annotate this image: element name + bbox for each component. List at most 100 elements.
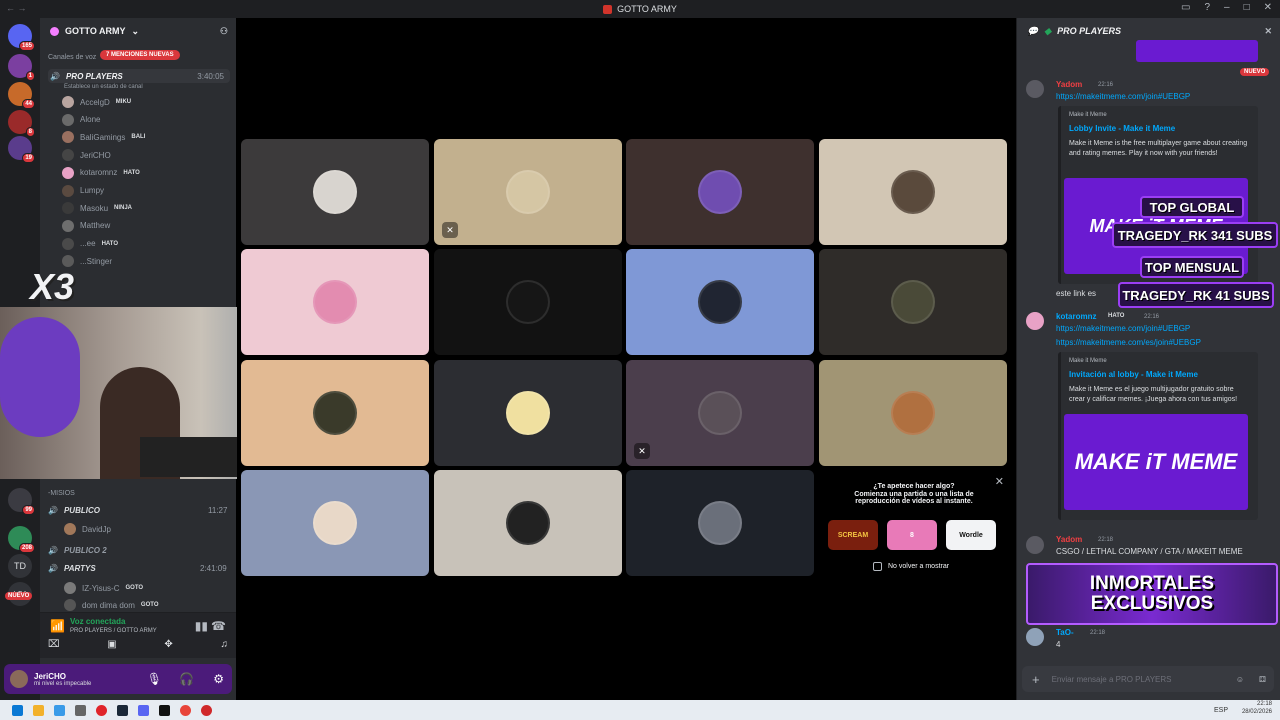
inbox-icon[interactable]: ▭ [1181, 2, 1190, 13]
embed-title[interactable]: Lobby Invite - Make it Meme [1069, 124, 1250, 133]
participant-tile[interactable] [241, 139, 429, 245]
headset-icon[interactable]: 🎧 [179, 672, 194, 686]
server-icon[interactable]: 8 [8, 110, 35, 137]
voice-member[interactable]: dom dima dom GOTO [64, 599, 158, 611]
overlay-label: TRAGEDY_RK 341 SUBS [1112, 222, 1278, 248]
member-name: DavidJp [82, 524, 111, 534]
apps-icon[interactable]: ⚃ [1259, 675, 1266, 684]
participant-tile[interactable] [241, 249, 429, 355]
activities-icon[interactable]: ✥ [164, 639, 172, 650]
participant-tile[interactable] [241, 470, 429, 576]
app-icon[interactable] [54, 704, 65, 716]
channel-partys[interactable]: 🔊 PARTYS [48, 564, 96, 573]
participant-tile[interactable] [241, 360, 429, 466]
channel-status[interactable]: Establece un estado de canal [64, 84, 143, 90]
clock[interactable]: 22:18 28/02/2026 [1242, 701, 1272, 717]
avatar[interactable] [1026, 80, 1044, 98]
steam-icon[interactable] [117, 704, 128, 716]
channel-publico[interactable]: 🔊 PUBLICO [48, 506, 100, 515]
server-icon[interactable]: 19 [8, 136, 35, 163]
noise-icon[interactable]: ▮▮ [195, 619, 208, 633]
voice-member[interactable]: IZ-Yisus-C GOTO [64, 582, 143, 594]
server-icon-td[interactable]: TD [8, 554, 32, 578]
voice-member[interactable]: JeriCHO [62, 149, 111, 162]
avatar[interactable] [1026, 628, 1044, 646]
gear-icon[interactable]: ⚙ [213, 672, 224, 686]
participant-tile[interactable] [626, 249, 814, 355]
server-header[interactable]: GOTTO ARMY ⌄ ⚇ [40, 18, 236, 44]
participant-tile[interactable] [819, 139, 1007, 245]
member-tag: HATO [101, 240, 119, 247]
member-tag: BALI [131, 134, 146, 141]
message-author[interactable]: Yadom [1056, 80, 1082, 89]
no-show-checkbox[interactable]: No volver a mostrar [873, 562, 949, 571]
language-indicator[interactable]: ESP [1214, 707, 1228, 714]
server-icon[interactable]: 44 [8, 82, 35, 109]
message-link[interactable]: https://makeitmeme.com/es/join#UEBGP [1056, 338, 1201, 347]
category-misios[interactable]: -MISIOS [48, 490, 75, 497]
start-icon[interactable] [12, 704, 23, 716]
close-icon[interactable]: ✕ [1264, 26, 1272, 37]
add-member-icon[interactable]: ⚇ [220, 26, 228, 37]
game-scream[interactable]: SCREAM [828, 520, 878, 550]
message-input[interactable]: + Enviar mensaje a PRO PLAYERS ☺ ⚃ [1022, 666, 1274, 692]
message-author[interactable]: Yadom [1056, 535, 1082, 544]
embed-title[interactable]: Invitación al lobby - Make it Meme [1069, 370, 1250, 379]
nav-arrows[interactable]: ← → [6, 3, 27, 13]
message-link[interactable]: https://makeitmeme.com/join#UEBGP [1056, 324, 1190, 333]
home-button[interactable]: 165 [8, 24, 35, 51]
avatar[interactable] [10, 670, 28, 688]
voice-category[interactable]: Canales de voz [48, 54, 96, 61]
user-info[interactable]: JeriCHO mi nivel es impecable [34, 672, 91, 687]
participant-tile[interactable]: ✕ [626, 360, 814, 466]
checkbox-icon[interactable] [873, 562, 882, 571]
game-wordle[interactable]: Wordle [946, 520, 996, 550]
minimize-icon[interactable]: – [1224, 2, 1230, 13]
app-icon[interactable] [201, 704, 212, 716]
close-icon[interactable]: ✕ [995, 475, 1004, 488]
participant-tile[interactable] [819, 360, 1007, 466]
mentions-pill[interactable]: 7 MENCIONES NUEVAS [100, 50, 180, 60]
new-messages-badge[interactable]: NUEVO [1240, 68, 1270, 76]
game-eight[interactable]: 8 [887, 520, 937, 550]
server-icon[interactable]: 99 [8, 488, 35, 515]
voice-member[interactable]: BaliGamings BALI [62, 131, 146, 144]
avatar[interactable] [1026, 312, 1044, 330]
maximize-icon[interactable]: □ [1244, 2, 1250, 13]
voice-member[interactable]: AccelgD MIKU [62, 96, 131, 108]
voice-member[interactable]: Alone [62, 113, 100, 126]
server-icon[interactable]: 1 [8, 54, 35, 81]
mic-icon[interactable]: 🎙 [147, 672, 162, 686]
app-icon[interactable] [75, 704, 86, 716]
discord-icon[interactable] [138, 704, 149, 716]
message-author[interactable]: kotaromnz [1056, 312, 1096, 321]
participant-tile[interactable] [434, 360, 622, 466]
participant-tile[interactable] [434, 470, 622, 576]
app-icon[interactable] [159, 704, 170, 716]
voice-location[interactable]: PRO PLAYERS / GOTTO ARMY [70, 628, 157, 634]
camera-icon[interactable]: ⌧ [48, 639, 60, 650]
close-icon[interactable]: ✕ [1264, 2, 1272, 13]
disconnect-icon[interactable]: ☎ [211, 619, 226, 633]
message-link[interactable]: https://makeitmeme.com/join#UEBGP [1056, 92, 1190, 101]
chrome-icon[interactable] [180, 704, 191, 716]
opera-icon[interactable] [96, 704, 107, 716]
participant-tile[interactable]: ✕ [434, 139, 622, 245]
channel-publico-2[interactable]: 🔊 PUBLICO 2 [48, 546, 107, 555]
participant-tile[interactable] [626, 139, 814, 245]
participant-tile[interactable] [434, 249, 622, 355]
screen-share-icon[interactable]: ▣ [107, 639, 116, 650]
help-icon[interactable]: ? [1204, 2, 1210, 13]
soundboard-icon[interactable]: ♫ [220, 639, 228, 650]
folder-icon[interactable] [33, 704, 44, 716]
embed-image[interactable]: MAKE iT MEME [1064, 414, 1248, 510]
avatar[interactable] [1026, 536, 1044, 554]
emoji-icon[interactable]: ☺ [1236, 675, 1244, 684]
participant-tile[interactable] [626, 470, 814, 576]
server-icon[interactable]: 208 [8, 526, 35, 553]
voice-member[interactable]: DavidJp [64, 523, 111, 535]
channel-pro-players[interactable]: 🔊 PRO PLAYERS 3:40:05 [48, 69, 230, 83]
add-icon[interactable]: + [1032, 672, 1040, 687]
participant-tile[interactable] [819, 249, 1007, 355]
message-author[interactable]: TaO- [1056, 628, 1074, 637]
